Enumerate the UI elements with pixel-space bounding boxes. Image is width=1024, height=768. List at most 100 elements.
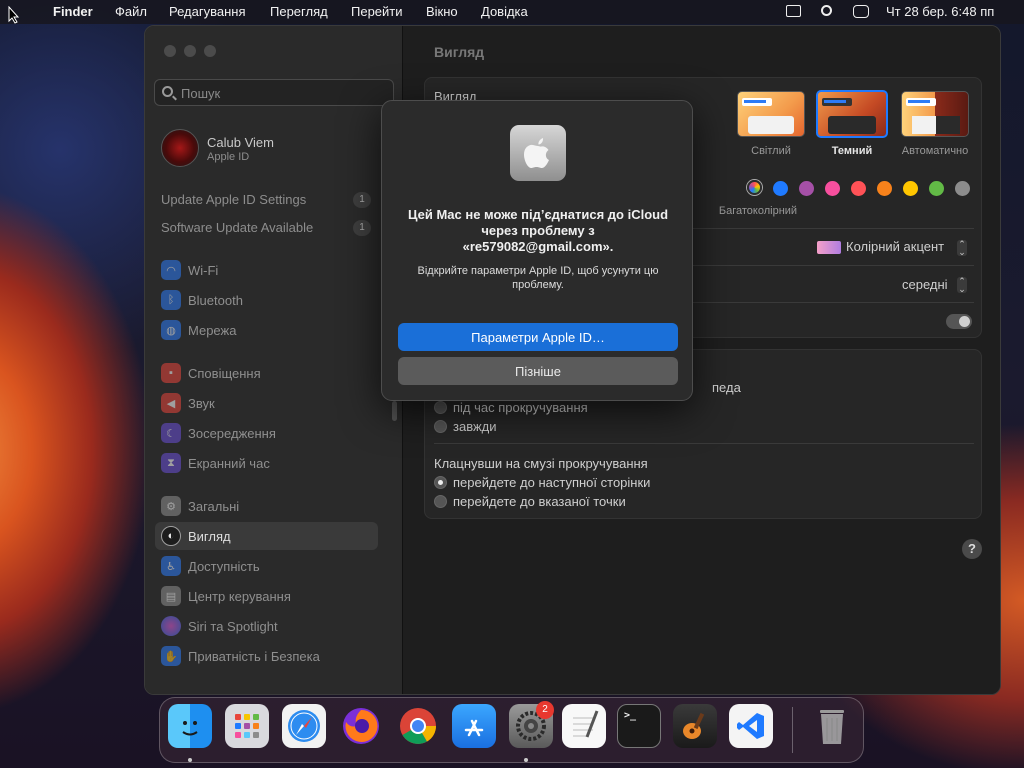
accent-red-dot[interactable] <box>851 181 866 196</box>
garageband-icon[interactable] <box>673 704 717 748</box>
sidebar-icon-size-stepper[interactable]: ⌃ ⌄ <box>957 277 967 294</box>
sidebar-item-bluetooth[interactable]: ᛒ Bluetooth <box>155 286 378 314</box>
theme-auto-thumbnail[interactable] <box>901 91 969 137</box>
menu-view[interactable]: Перегляд <box>270 4 328 19</box>
menu-window[interactable]: Вікно <box>426 4 458 19</box>
sidebar-item-control-center[interactable]: ▤ Центр керування <box>155 582 378 610</box>
appearance-icon: ◐ <box>161 526 181 546</box>
sidebar-item-accessibility[interactable]: ♿ Доступність <box>155 552 378 580</box>
scroll-always-radio[interactable] <box>434 420 447 433</box>
divider <box>434 443 974 444</box>
wifi-icon: ◠ <box>161 260 181 280</box>
help-button[interactable]: ? <box>962 539 982 559</box>
sound-icon: ◀ <box>161 393 181 413</box>
app-store-icon[interactable] <box>452 704 496 748</box>
accent-blue-dot[interactable] <box>773 181 788 196</box>
software-update-item[interactable]: Software Update Available <box>161 220 313 235</box>
accent-multicolor-dot[interactable] <box>747 180 762 195</box>
highlight-color-value[interactable]: Колірний акцент <box>846 239 944 254</box>
menu-file[interactable]: Файл <box>115 4 147 19</box>
wallpaper-tinting-toggle[interactable] <box>946 314 972 329</box>
update-apple-id-settings-item[interactable]: Update Apple ID Settings <box>161 192 306 207</box>
accent-orange-dot[interactable] <box>877 181 892 196</box>
sidebar-item-label: Siri та Spotlight <box>188 618 278 634</box>
launchpad-icon[interactable] <box>225 704 269 748</box>
zoom-window-button[interactable] <box>204 45 216 57</box>
search-placeholder: Пошук <box>181 86 221 101</box>
sidebar-item-label: Wi-Fi <box>188 262 219 278</box>
menu-help[interactable]: Довідка <box>481 4 528 19</box>
theme-dark-label[interactable]: Темний <box>812 145 892 157</box>
accent-yellow-dot[interactable] <box>903 181 918 196</box>
sidebar: Пошук Calub Viem Apple ID Update Apple I… <box>145 26 403 694</box>
sidebar-item-label: Вигляд <box>188 528 231 544</box>
scroll-when-scrolling-radio[interactable] <box>434 401 447 414</box>
theme-light-label[interactable]: Світлий <box>731 145 811 157</box>
menu-go[interactable]: Перейти <box>351 4 403 19</box>
accent-graphite-dot[interactable] <box>955 181 970 196</box>
scroll-always-label[interactable]: завжди <box>453 419 497 434</box>
dialog-title: Цей Mac не може під’єднатися до iCloud ч… <box>407 207 669 254</box>
later-button[interactable]: Пізніше <box>398 357 678 385</box>
apple-id-settings-button[interactable]: Параметри Apple ID… <box>398 323 678 351</box>
scroll-when-scrolling-label[interactable]: під час прокручування <box>453 400 588 415</box>
click-spot-label[interactable]: перейдете до вказаної точки <box>453 494 626 509</box>
accent-green-dot[interactable] <box>929 181 944 196</box>
screen-mirroring-icon[interactable] <box>786 5 801 17</box>
highlight-swatch <box>817 241 841 254</box>
sidebar-item-notifications[interactable]: ▪ Сповіщення <box>155 359 378 387</box>
sidebar-item-appearance[interactable]: ◐ Вигляд <box>155 522 378 550</box>
terminal-icon[interactable]: >_ <box>617 704 661 748</box>
spotlight-icon[interactable] <box>821 5 832 16</box>
icloud-alert-dialog: Цей Mac не може під’єднатися до iCloud ч… <box>381 100 693 401</box>
control-center-icon[interactable] <box>853 5 869 18</box>
sidebar-item-label: Екранний час <box>188 455 270 471</box>
user-name[interactable]: Calub Viem <box>207 135 274 150</box>
sidebar-item-wifi[interactable]: ◠ Wi-Fi <box>155 256 378 284</box>
close-window-button[interactable] <box>164 45 176 57</box>
notifications-icon: ▪ <box>161 363 181 383</box>
accent-purple-dot[interactable] <box>799 181 814 196</box>
menu-clock[interactable]: Чт 28 бер. 6:48 пп <box>886 4 994 19</box>
minimize-window-button[interactable] <box>184 45 196 57</box>
avatar[interactable] <box>161 129 199 167</box>
chrome-icon[interactable] <box>396 704 440 748</box>
safari-icon[interactable] <box>282 704 326 748</box>
sidebar-item-network[interactable]: ◍ Мережа <box>155 316 378 344</box>
search-input[interactable]: Пошук <box>154 79 394 106</box>
click-scroll-bar-label: Клацнувши на смузі прокручування <box>434 456 648 471</box>
finder-icon[interactable] <box>168 704 212 748</box>
privacy-icon: ✋ <box>161 646 181 666</box>
cursor-icon <box>8 6 20 24</box>
sidebar-item-label: Центр керування <box>188 588 291 604</box>
theme-light-thumbnail[interactable] <box>737 91 805 137</box>
sidebar-icon-size-value[interactable]: середні <box>902 277 948 292</box>
sidebar-item-general[interactable]: ⚙ Загальні <box>155 492 378 520</box>
trash-icon[interactable] <box>810 704 854 748</box>
click-next-page-label[interactable]: перейдете до наступної сторінки <box>453 475 650 490</box>
sidebar-item-focus[interactable]: ☾ Зосередження <box>155 419 378 447</box>
textedit-icon[interactable] <box>562 704 606 748</box>
accessibility-icon: ♿ <box>161 556 181 576</box>
sidebar-item-screen-time[interactable]: ⧗ Екранний час <box>155 449 378 477</box>
sidebar-item-sound[interactable]: ◀ Звук <box>155 389 378 417</box>
sidebar-item-privacy-security[interactable]: ✋ Приватність і Безпека <box>155 642 378 670</box>
click-next-page-radio[interactable] <box>434 476 447 489</box>
accent-pink-dot[interactable] <box>825 181 840 196</box>
menu-edit[interactable]: Редагування <box>169 4 246 19</box>
vscode-icon[interactable] <box>729 704 773 748</box>
menu-app-name[interactable]: Finder <box>53 4 93 19</box>
theme-auto-label[interactable]: Автоматично <box>895 145 975 157</box>
user-apple-id-label: Apple ID <box>207 151 250 163</box>
click-spot-radio[interactable] <box>434 495 447 508</box>
sidebar-item-label: Bluetooth <box>188 292 243 308</box>
theme-dark-thumbnail[interactable] <box>816 90 888 138</box>
network-icon: ◍ <box>161 320 181 340</box>
firefox-icon[interactable] <box>339 704 383 748</box>
sidebar-item-label: Загальні <box>188 498 240 514</box>
sidebar-item-label: Доступність <box>188 558 260 574</box>
sidebar-item-siri-spotlight[interactable]: Siri та Spotlight <box>155 612 378 640</box>
highlight-color-stepper[interactable]: ⌃ ⌄ <box>957 240 967 257</box>
sidebar-scrollbar[interactable] <box>392 401 397 421</box>
update-count-badge: 1 <box>353 192 371 208</box>
